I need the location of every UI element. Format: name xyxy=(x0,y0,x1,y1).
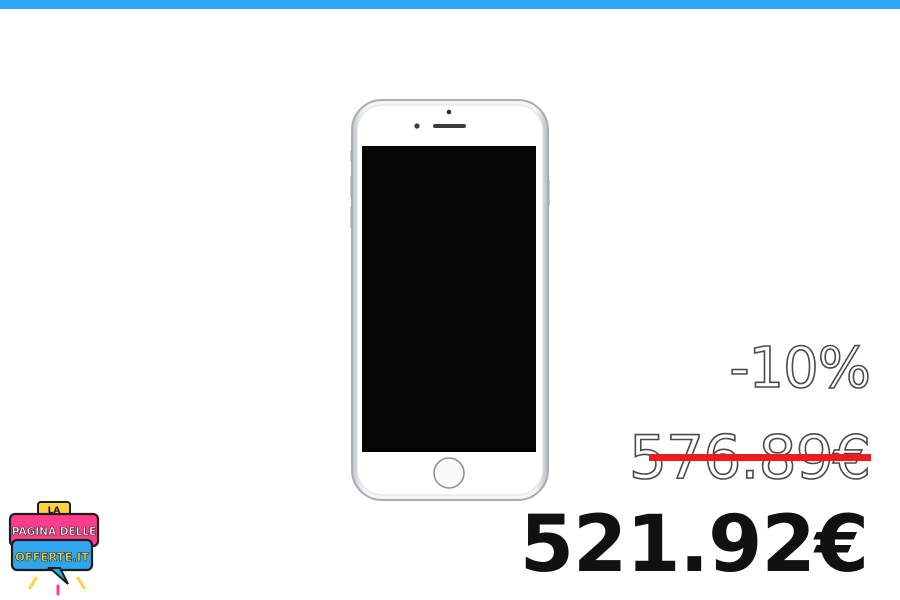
discount-label: -10% xyxy=(729,335,872,402)
smartphone-image xyxy=(350,98,550,502)
logo-text-offerte: OFFERTE.IT xyxy=(15,550,89,564)
strikethrough-line xyxy=(649,454,871,461)
sale-price: 521.92€ xyxy=(519,500,869,590)
top-accent-bar xyxy=(0,0,900,9)
logo-text-la: LA xyxy=(48,506,61,516)
pagina-delle-offerte-logo: LA PAGINA DELLE OFFERTE.IT xyxy=(8,500,100,596)
logo-text-pagina-delle: PAGINA DELLE xyxy=(12,526,96,538)
